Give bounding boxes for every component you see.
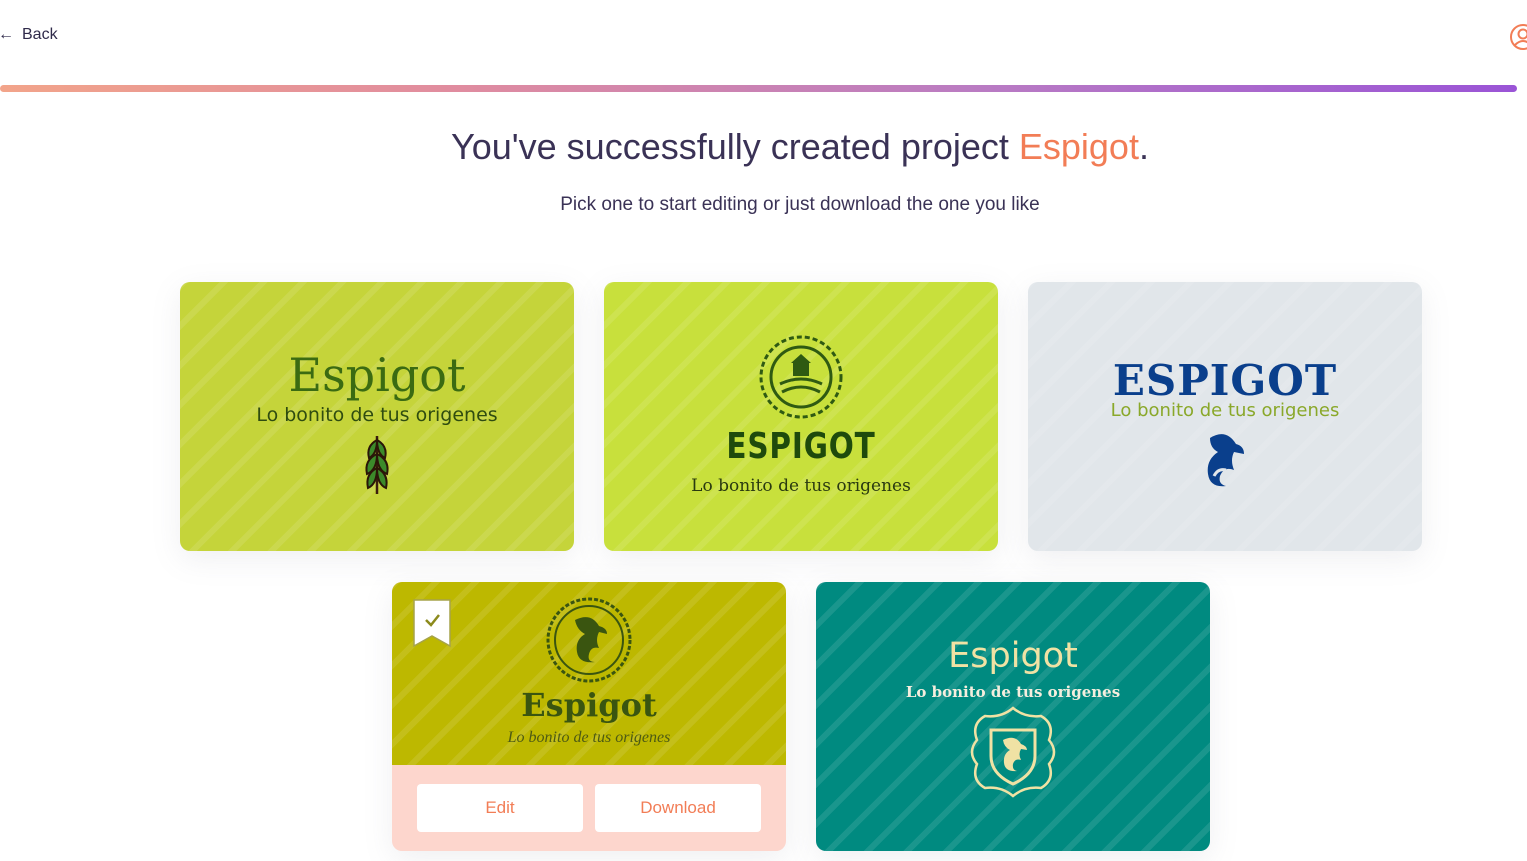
download-button[interactable]: Download <box>595 784 761 832</box>
logo-tagline: Lo bonito de tus origenes <box>256 404 498 426</box>
logo-card-4[interactable]: Espigot Lo bonito de tus origenes Edit D… <box>392 582 786 851</box>
edit-button[interactable]: Edit <box>417 784 583 832</box>
logo-name: ESPIGOT <box>726 426 876 467</box>
goat-emblem-icon <box>546 597 632 683</box>
headline-prefix: You've successfully created project <box>451 126 1019 167</box>
logo-tagline: Lo bonito de tus origenes <box>905 683 1121 701</box>
user-circle-icon[interactable] <box>1508 22 1527 52</box>
wheat-icon <box>365 436 389 494</box>
logo-card-1[interactable]: Espigot Lo bonito de tus origenes <box>180 282 574 551</box>
project-name: Espigot <box>1018 126 1139 167</box>
top-bar: ← Back <box>0 0 1527 86</box>
logo-card-5[interactable]: Espigot Lo bonito de tus origenes <box>816 582 1210 851</box>
back-label: Back <box>22 26 58 43</box>
headline-suffix: . <box>1138 126 1149 167</box>
logo-tagline: Lo bonito de tus origenes <box>1110 400 1340 421</box>
progress-bar <box>0 85 1517 92</box>
back-button[interactable]: ← Back <box>0 26 58 44</box>
logo-card-2[interactable]: ESPIGOT Lo bonito de tus origenes <box>604 282 998 551</box>
logo-name: Espigot <box>288 348 466 402</box>
page-subtitle: Pick one to start editing or just downlo… <box>560 194 1040 215</box>
logo-tagline: Lo bonito de tus origenes <box>507 729 671 746</box>
logo-name: Espigot <box>948 636 1078 676</box>
farm-emblem-icon <box>759 335 843 419</box>
logo-card-3[interactable]: ESPIGOT Lo bonito de tus origenes <box>1028 282 1422 551</box>
goat-shield-icon <box>970 706 1056 798</box>
back-arrow-icon: ← <box>0 26 14 43</box>
goat-icon <box>1207 434 1244 487</box>
logo-name: Espigot <box>521 686 657 724</box>
logo-name: ESPIGOT <box>1112 356 1338 405</box>
logo-tagline: Lo bonito de tus origenes <box>691 476 911 496</box>
page-title: You've successfully created project Espi… <box>0 126 1527 168</box>
bookmark-check-icon[interactable] <box>412 598 452 648</box>
logo-preview[interactable]: Espigot Lo bonito de tus origenes <box>392 582 786 765</box>
